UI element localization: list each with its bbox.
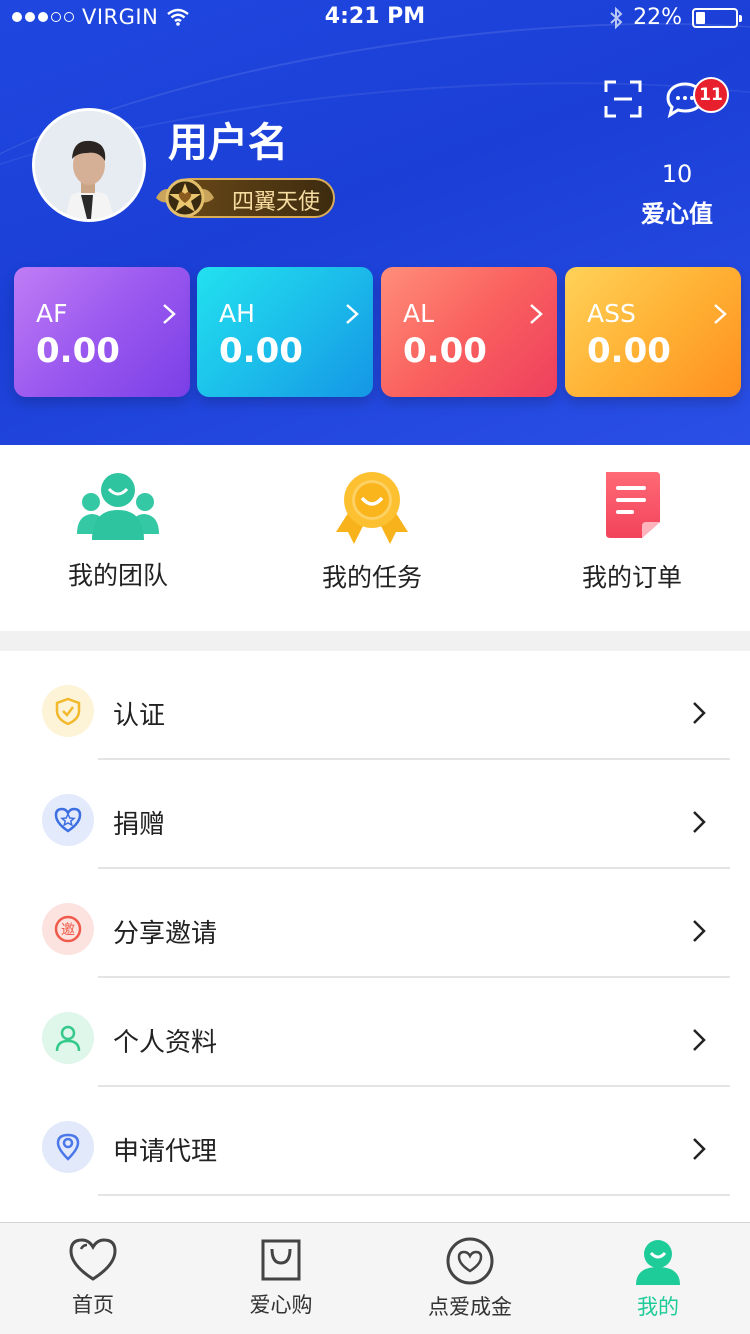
chevron-right-icon bbox=[693, 920, 706, 942]
card-code: AL bbox=[403, 299, 435, 328]
chevron-right-icon bbox=[163, 304, 176, 324]
medal-icon bbox=[336, 472, 408, 544]
card-ass[interactable]: ASS 0.00 bbox=[565, 267, 741, 397]
person-icon bbox=[55, 1025, 81, 1052]
avatar-image bbox=[35, 111, 143, 219]
shield-check-icon bbox=[55, 697, 81, 725]
quick-item-team[interactable]: 我的团队 bbox=[18, 470, 218, 592]
invite-icon: 邀 bbox=[54, 915, 82, 943]
card-code: AF bbox=[36, 299, 68, 328]
menu-item-verification[interactable]: 认证 bbox=[0, 651, 750, 760]
tab-home[interactable]: 首页 bbox=[33, 1237, 153, 1319]
menu-item-profile[interactable]: 个人资料 bbox=[0, 978, 750, 1087]
heart-star-icon bbox=[54, 807, 82, 833]
card-value: 0.00 bbox=[587, 331, 671, 371]
chevron-right-icon bbox=[530, 304, 543, 324]
avatar[interactable] bbox=[32, 108, 146, 222]
menu-separator bbox=[98, 1194, 730, 1196]
location-pin-icon bbox=[56, 1133, 80, 1161]
status-bar: VIRGIN 4:21 PM 22% bbox=[0, 0, 750, 34]
quick-label: 我的订单 bbox=[581, 563, 682, 592]
message-badge: 11 bbox=[693, 77, 729, 113]
tab-bar: 首页 爱心购 点爱成金 我的 bbox=[0, 1222, 750, 1334]
card-code: AH bbox=[219, 299, 255, 328]
username: 用户名 bbox=[168, 120, 288, 166]
menu-icon-bg bbox=[42, 794, 94, 846]
svg-text:邀: 邀 bbox=[61, 923, 75, 939]
menu-label: 个人资料 bbox=[113, 1028, 218, 1058]
battery-icon bbox=[692, 7, 742, 28]
menu-item-apply-agent[interactable]: 申请代理 bbox=[0, 1087, 750, 1196]
tab-label: 点爱成金 bbox=[428, 1295, 512, 1319]
section-divider bbox=[0, 631, 750, 651]
quick-item-tasks[interactable]: 我的任务 bbox=[272, 470, 472, 594]
tab-love-shop[interactable]: 爱心购 bbox=[221, 1237, 341, 1319]
menu-item-donate[interactable]: 捐赠 bbox=[0, 760, 750, 869]
chevron-right-icon bbox=[693, 811, 706, 833]
menu-icon-bg bbox=[42, 685, 94, 737]
card-value: 0.00 bbox=[403, 331, 487, 371]
tab-label: 爱心购 bbox=[249, 1293, 313, 1317]
chevron-right-icon bbox=[346, 304, 359, 324]
tab-love-gold[interactable]: 点爱成金 bbox=[410, 1237, 530, 1321]
card-value: 0.00 bbox=[36, 331, 120, 371]
card-al[interactable]: AL 0.00 bbox=[381, 267, 557, 397]
menu-label: 分享邀请 bbox=[113, 919, 218, 949]
scan-icon[interactable] bbox=[604, 80, 642, 118]
card-code: ASS bbox=[587, 299, 636, 328]
quick-item-orders[interactable]: 我的订单 bbox=[532, 470, 732, 594]
love-value-label: 爱心值 bbox=[641, 200, 713, 228]
menu-icon-bg: 邀 bbox=[42, 903, 94, 955]
shopping-bag-icon bbox=[261, 1239, 301, 1281]
profile-icon bbox=[636, 1240, 680, 1285]
chevron-right-icon bbox=[693, 1138, 706, 1160]
card-af[interactable]: AF 0.00 bbox=[14, 267, 190, 397]
heart-outline-icon bbox=[69, 1238, 117, 1281]
tab-label: 我的 bbox=[637, 1295, 679, 1319]
quick-label: 我的团队 bbox=[67, 561, 168, 590]
tab-mine[interactable]: 我的 bbox=[598, 1237, 718, 1321]
level-label: 四翼天使 bbox=[232, 190, 321, 215]
menu-label: 认证 bbox=[113, 701, 166, 731]
profile-header: VIRGIN 4:21 PM 22% 11 用户名 四翼天使 10 爱心值 AF… bbox=[0, 0, 750, 445]
menu-item-share-invite[interactable]: 邀 分享邀请 bbox=[0, 869, 750, 978]
menu-label: 捐赠 bbox=[113, 810, 166, 840]
chevron-right-icon bbox=[714, 304, 727, 324]
menu-icon-bg bbox=[42, 1012, 94, 1064]
love-value-number: 10 bbox=[661, 160, 693, 188]
menu-list: 认证 捐赠 邀 分享邀请 个人资料 申请代理 bbox=[0, 651, 750, 1196]
menu-label: 申请代理 bbox=[113, 1137, 218, 1167]
team-icon bbox=[77, 473, 159, 540]
quick-grid: 我的团队 我的任务 我的订单 bbox=[0, 448, 750, 631]
bluetooth-icon bbox=[610, 6, 623, 29]
chevron-right-icon bbox=[693, 702, 706, 724]
angel-wings-icon bbox=[156, 178, 214, 218]
heart-circle-icon bbox=[446, 1237, 494, 1285]
card-value: 0.00 bbox=[219, 331, 303, 371]
chevron-right-icon bbox=[693, 1029, 706, 1051]
menu-icon-bg bbox=[42, 1121, 94, 1173]
status-right: 22% bbox=[609, 5, 742, 30]
quick-label: 我的任务 bbox=[321, 563, 422, 592]
order-icon bbox=[606, 472, 660, 538]
battery-percent: 22% bbox=[633, 5, 682, 30]
tab-label: 首页 bbox=[72, 1293, 114, 1317]
card-ah[interactable]: AH 0.00 bbox=[197, 267, 373, 397]
love-value[interactable]: 10 爱心值 bbox=[632, 160, 722, 229]
